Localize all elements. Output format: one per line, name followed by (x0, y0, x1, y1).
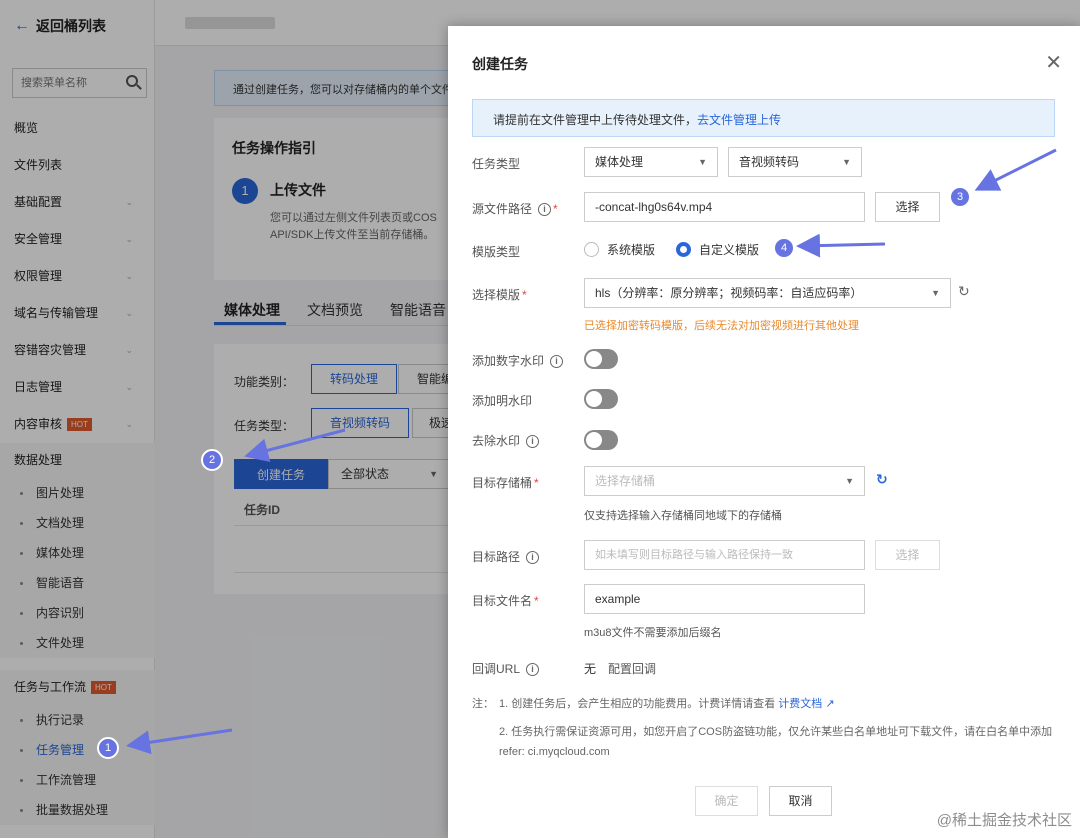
note-2: 2. 任务执行需保证资源可用，如您开启了COS防盗链功能，仅允许某些白名单地址可… (499, 726, 1053, 758)
info-icon[interactable]: i (550, 355, 564, 369)
radio-circle-checked (676, 242, 691, 257)
info-icon[interactable]: i (538, 203, 552, 217)
radio-system-template[interactable]: 系统模版 (584, 241, 655, 258)
annotation-badge: 3 (949, 186, 971, 208)
close-icon[interactable]: ✕ (1045, 50, 1062, 75)
caret-down-icon: ▼ (845, 476, 854, 486)
external-link-icon[interactable]: ↗ (825, 698, 834, 710)
target-filename-hint: m3u8文件不需要添加后缀名 (584, 627, 722, 639)
radio-circle (584, 242, 599, 257)
info-icon[interactable]: i (526, 435, 540, 449)
target-path-label: 目标路径 i (472, 548, 540, 565)
source-path-label: 源文件路径 i * (472, 202, 558, 217)
radio-custom-template[interactable]: 自定义模版 (676, 241, 759, 258)
confirm-button[interactable]: 确定 (695, 786, 758, 816)
target-bucket-hint: 仅支持选择输入存储桶同地域下的存储桶 (584, 510, 782, 522)
source-select-button[interactable]: 选择 (875, 192, 940, 222)
info-icon[interactable]: i (526, 551, 540, 565)
caret-down-icon: ▼ (842, 157, 851, 167)
choose-template-label: 选择模版 * (472, 288, 527, 302)
caret-down-icon: ▼ (931, 288, 940, 298)
refresh-icon[interactable]: ↻ (958, 283, 970, 300)
template-type-label: 模版类型 (472, 245, 521, 259)
target-bucket-select[interactable]: 选择存储桶 ▼ (584, 466, 865, 496)
target-path-input[interactable]: 如未填写则目标路径与输入路径保持一致 (584, 540, 865, 570)
note-prefix: 注： (472, 698, 494, 710)
annotation-badge: 2 (201, 449, 223, 471)
visible-watermark-toggle[interactable] (584, 389, 618, 409)
target-path-select-button[interactable]: 选择 (875, 540, 940, 570)
source-path-input[interactable]: -concat-lhg0s64v.mp4 (584, 192, 865, 222)
info-icon[interactable]: i (526, 663, 540, 677)
cancel-button[interactable]: 取消 (769, 786, 832, 816)
target-filename-input[interactable]: example (584, 584, 865, 614)
annotation-badge: 1 (97, 737, 119, 759)
annotation-badge: 4 (773, 237, 795, 259)
target-bucket-label: 目标存储桶 * (472, 476, 539, 490)
template-warning: 已选择加密转码模版，后续无法对加密视频进行其他处理 (584, 320, 859, 332)
digital-watermark-toggle[interactable] (584, 349, 618, 369)
modal-title: 创建任务 (472, 56, 528, 72)
visible-watermark-label: 添加明水印 (472, 394, 533, 408)
digital-watermark-label: 添加数字水印 i (472, 352, 564, 369)
upload-tip: 请提前在文件管理中上传待处理文件，去文件管理上传 (472, 99, 1055, 137)
remove-watermark-toggle[interactable] (584, 430, 618, 450)
configure-callback-link[interactable]: 配置回调 (608, 660, 656, 677)
callback-label: 回调URL i (472, 660, 540, 677)
billing-doc-link[interactable]: 计费文档 (778, 698, 822, 710)
task-type-label: 任务类型 (472, 157, 521, 171)
caret-down-icon: ▼ (698, 157, 707, 167)
target-filename-label: 目标文件名 * (472, 594, 539, 608)
refresh-icon[interactable]: ↻ (876, 471, 888, 488)
note-1: 1. 创建任务后，会产生相应的功能费用。计费详情请查看 计费文档 ↗ (499, 698, 835, 710)
site-watermark: @稀土掘金技术社区 (936, 812, 1072, 829)
callback-value: 无 (584, 662, 597, 676)
task-subtype-select[interactable]: 音视频转码 ▼ (728, 147, 862, 177)
create-task-modal: 创建任务 ✕ 请提前在文件管理中上传待处理文件，去文件管理上传 任务类型 媒体处… (448, 26, 1080, 838)
task-type-select[interactable]: 媒体处理 ▼ (584, 147, 718, 177)
tip-text: 请提前在文件管理中上传待处理文件， (493, 113, 698, 127)
remove-watermark-label: 去除水印 i (472, 432, 540, 449)
upload-link[interactable]: 去文件管理上传 (697, 113, 781, 127)
template-select[interactable]: hls（分辨率：原分辨率；视频码率：自适应码率） ▼ (584, 278, 951, 308)
